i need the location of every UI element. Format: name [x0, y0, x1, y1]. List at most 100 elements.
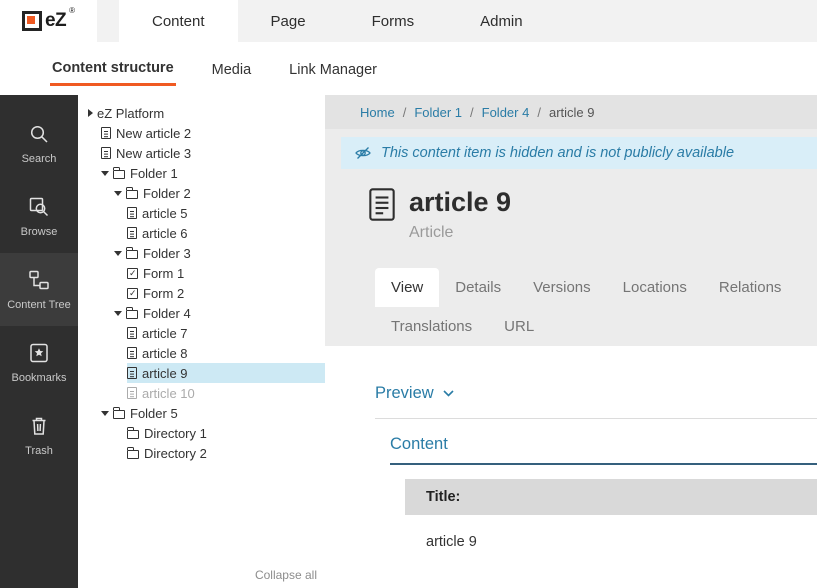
tree-item-new-article-3[interactable]: New article 3: [78, 143, 325, 163]
top-tab-content[interactable]: Content: [119, 0, 238, 42]
tree-item-article-10[interactable]: article 10: [78, 383, 325, 403]
article-icon: [101, 147, 111, 159]
tab-details[interactable]: Details: [439, 268, 517, 307]
sidebar-item-bookmarks[interactable]: Bookmarks: [0, 326, 78, 399]
secondary-nav: Content structure Media Link Manager: [0, 42, 817, 95]
tab-view[interactable]: View: [375, 268, 439, 307]
expanded-arrow-icon[interactable]: [114, 191, 122, 196]
hidden-content-banner: This content item is hidden and is not p…: [341, 137, 817, 169]
expanded-arrow-icon[interactable]: [101, 411, 109, 416]
breadcrumb-separator: /: [470, 105, 474, 120]
top-tab-admin[interactable]: Admin: [447, 0, 556, 42]
collapse-all-button[interactable]: Collapse all: [255, 568, 317, 582]
tree-item-article-5[interactable]: article 5: [78, 203, 325, 223]
tree-item-label: article 10: [142, 386, 195, 401]
expanded-arrow-icon[interactable]: [114, 251, 122, 256]
tree-item-form-2[interactable]: Form 2: [78, 283, 325, 303]
tree-item-directory-1[interactable]: Directory 1: [78, 423, 325, 443]
sidebar-item-browse[interactable]: Browse: [0, 180, 78, 253]
tree-item-label: Folder 5: [130, 406, 178, 421]
field-label: Title:: [405, 479, 817, 515]
tree-item-label: article 5: [142, 206, 188, 221]
tree-item-label: article 8: [142, 346, 188, 361]
tree-item-label: Folder 4: [143, 306, 191, 321]
folder-icon: [126, 250, 138, 259]
tab-url[interactable]: URL: [488, 307, 550, 346]
main-nav: Content Page Forms Admin: [119, 0, 556, 42]
breadcrumb-folder-4[interactable]: Folder 4: [482, 105, 530, 120]
tree-item-article-6[interactable]: article 6: [78, 223, 325, 243]
subnav-media[interactable]: Media: [210, 53, 254, 85]
breadcrumb: Home / Folder 1 / Folder 4 / article 9: [325, 95, 817, 129]
tree-item-label: Folder 2: [143, 186, 191, 201]
collapsed-arrow-icon[interactable]: [88, 109, 93, 117]
breadcrumb-home[interactable]: Home: [360, 105, 395, 120]
content-tree-icon: [27, 268, 51, 292]
tab-versions[interactable]: Versions: [517, 268, 607, 307]
preview-toggle[interactable]: Preview: [375, 384, 817, 403]
folder-icon: [113, 170, 125, 179]
breadcrumb-folder-1[interactable]: Folder 1: [414, 105, 462, 120]
top-bar: eZ ® Content Page Forms Admin: [0, 0, 817, 42]
tree-item-folder-1[interactable]: Folder 1: [78, 163, 325, 183]
ez-logo[interactable]: eZ ®: [0, 0, 97, 42]
sidebar-item-label: Content Tree: [7, 299, 71, 311]
sidebar-item-label: Trash: [25, 445, 53, 457]
tab-translations[interactable]: Translations: [375, 307, 488, 346]
app-window: eZ ® Content Page Forms Admin Content st…: [0, 0, 817, 588]
content-header: article 9 Article: [368, 187, 817, 242]
tree-item-label: Form 2: [143, 286, 184, 301]
expanded-arrow-icon[interactable]: [101, 171, 109, 176]
tree-item-label: article 9: [142, 366, 188, 381]
tree-item-article-9[interactable]: article 9: [78, 363, 325, 383]
tree-item-ez-platform[interactable]: eZ Platform: [78, 103, 325, 123]
tree-item-new-article-2[interactable]: New article 2: [78, 123, 325, 143]
content-type-label: Article: [409, 224, 511, 242]
selected-row-highlight: article 9: [127, 363, 325, 383]
preview-label: Preview: [375, 384, 434, 403]
breadcrumb-separator: /: [537, 105, 541, 120]
trash-icon: [27, 414, 51, 438]
search-icon: [27, 122, 51, 146]
ez-logo-icon: [22, 11, 42, 31]
sidebar-item-label: Bookmarks: [11, 372, 66, 384]
article-icon: [127, 327, 137, 339]
expanded-arrow-icon[interactable]: [114, 311, 122, 316]
content-tree-panel: eZ Platform New article 2 New article 3 …: [78, 95, 325, 588]
tree-item-article-8[interactable]: article 8: [78, 343, 325, 363]
tree-item-form-1[interactable]: Form 1: [78, 263, 325, 283]
sidebar-item-content-tree[interactable]: Content Tree: [0, 253, 78, 326]
subnav-content-structure[interactable]: Content structure: [50, 51, 176, 86]
ez-logo-text: eZ: [45, 10, 66, 32]
tree-item-folder-2[interactable]: Folder 2: [78, 183, 325, 203]
tab-relations[interactable]: Relations: [703, 268, 798, 307]
field-value: article 9: [405, 515, 817, 569]
sidebar-item-trash[interactable]: Trash: [0, 399, 78, 472]
tree-item-folder-4[interactable]: Folder 4: [78, 303, 325, 323]
tree-item-article-7[interactable]: article 7: [78, 323, 325, 343]
article-icon: [127, 367, 137, 379]
view-tab-panel: Preview Content Title: article 9: [325, 346, 817, 588]
browse-icon: [27, 195, 51, 219]
content-tabs: View Details Versions Locations Relation…: [375, 268, 817, 346]
top-tab-forms[interactable]: Forms: [339, 0, 448, 42]
sidebar-item-search[interactable]: Search: [0, 107, 78, 180]
article-icon: [127, 227, 137, 239]
tree-item-directory-2[interactable]: Directory 2: [78, 443, 325, 463]
hidden-banner-text: This content item is hidden and is not p…: [381, 145, 734, 161]
tree-item-label: Directory 2: [144, 446, 207, 461]
subnav-link-manager[interactable]: Link Manager: [287, 53, 379, 85]
form-icon: [127, 268, 138, 279]
tree-item-folder-5[interactable]: Folder 5: [78, 403, 325, 423]
article-type-icon: [368, 187, 396, 242]
field-table: Title: article 9: [405, 479, 817, 569]
tree-item-folder-3[interactable]: Folder 3: [78, 243, 325, 263]
tree-item-label: Directory 1: [144, 426, 207, 441]
tree-item-label: article 6: [142, 226, 188, 241]
folder-icon: [127, 450, 139, 459]
tab-locations[interactable]: Locations: [607, 268, 703, 307]
top-tab-page[interactable]: Page: [238, 0, 339, 42]
ez-logo-registered-mark: ®: [69, 6, 75, 15]
tree-item-label: Folder 1: [130, 166, 178, 181]
folder-icon: [126, 190, 138, 199]
